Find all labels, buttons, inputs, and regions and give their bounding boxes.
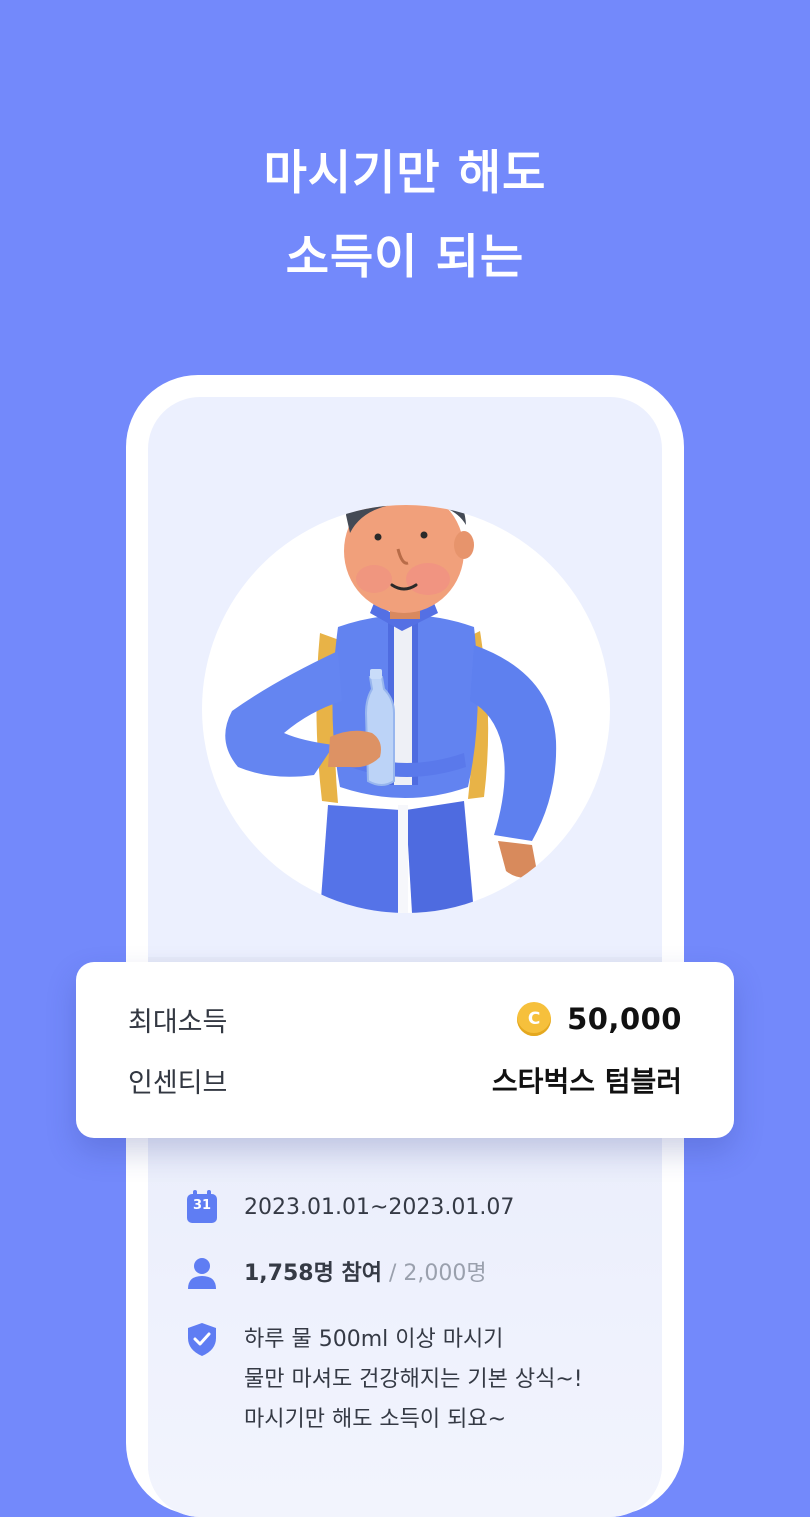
headline-line-1: 마시기만 해도	[263, 146, 547, 201]
period-row: 31 2023.01.01~2023.01.07	[186, 1188, 514, 1228]
incentive-value: 스타벅스 텀블러	[491, 1065, 682, 1098]
max-income-value-group: C 50,000	[517, 1002, 682, 1036]
participants-capacity: / 2,000명	[381, 1261, 487, 1286]
incentive-row: 인센티브 스타벅스 텀블러	[128, 1060, 682, 1100]
participants-count: 1,758명 참여	[244, 1261, 382, 1286]
period-text: 2023.01.01~2023.01.07	[244, 1195, 515, 1220]
max-income-label: 최대소득	[128, 1006, 228, 1038]
max-income-value: 50,000	[567, 1002, 682, 1036]
calendar-day: 31	[192, 1198, 212, 1213]
shield-check-icon	[186, 1322, 220, 1356]
coin-icon: C	[517, 1002, 552, 1036]
participants-row: 1,758명 참여 / 2,000명	[186, 1254, 487, 1294]
rule-line-2: 물만 마셔도 건강해지는 기본 상식~!	[244, 1367, 583, 1392]
rules-text: 하루 물 500ml 이상 마시기 물만 마셔도 건강해지는 기본 상식~! 마…	[244, 1320, 583, 1440]
rule-line-3: 마시기만 해도 소득이 되요~	[244, 1407, 507, 1432]
person-icon	[186, 1256, 220, 1290]
incentive-label: 인센티브	[128, 1067, 228, 1099]
rule-line-1: 하루 물 500ml 이상 마시기	[244, 1327, 504, 1352]
info-card: 최대소득 C 50,000 인센티브 스타벅스 텀블러	[76, 962, 734, 1138]
headline-line-2: 소득이 되는	[285, 230, 525, 285]
calendar-icon: 31	[186, 1190, 220, 1224]
hero-circle	[202, 505, 610, 913]
headline: 마시기만 해도 소득이 되는	[0, 132, 810, 300]
participants-text: 1,758명 참여 / 2,000명	[244, 1254, 487, 1294]
max-income-row: 최대소득 C 50,000	[128, 999, 682, 1039]
coin-symbol: C	[527, 1009, 541, 1029]
rules-row: 하루 물 500ml 이상 마시기 물만 마셔도 건강해지는 기본 상식~! 마…	[186, 1320, 583, 1440]
character-illustration	[225, 505, 557, 913]
